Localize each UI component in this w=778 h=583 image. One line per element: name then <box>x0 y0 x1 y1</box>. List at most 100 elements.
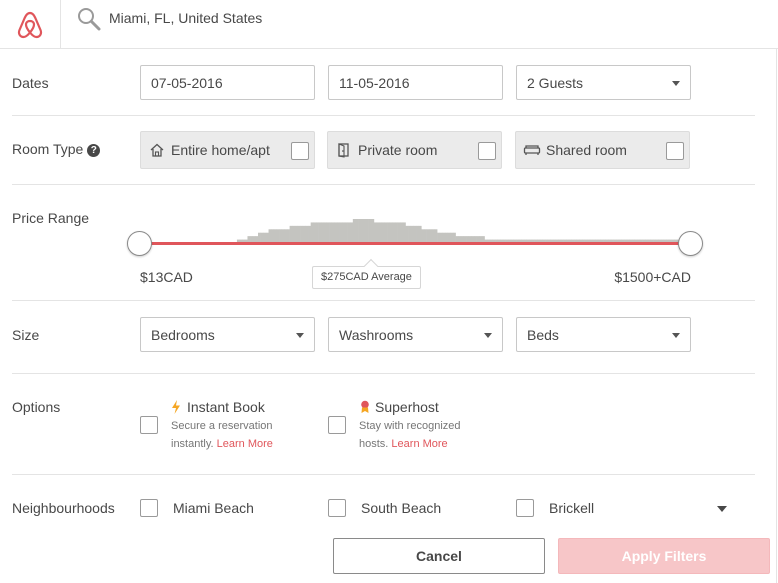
superhost-learn-more-link[interactable]: Learn More <box>391 438 447 450</box>
chevron-down-icon <box>672 81 680 86</box>
room-type-private-room[interactable]: Private room <box>327 131 502 169</box>
histogram-bar <box>318 222 322 243</box>
histogram-bar <box>297 225 301 243</box>
neighbourhood-label: Miami Beach <box>173 500 254 516</box>
room-type-shared-room[interactable]: Shared room <box>515 131 690 169</box>
top-bar: Miami, FL, United States <box>0 0 778 49</box>
washrooms-select[interactable]: Washrooms <box>328 317 503 352</box>
histogram-bar <box>279 229 282 243</box>
histogram-bar <box>302 225 306 243</box>
histogram-bar <box>281 229 285 243</box>
price-histogram <box>236 219 690 243</box>
room-type-option-label: Entire home/apt <box>171 142 270 158</box>
histogram-bar <box>347 222 351 243</box>
chevron-down-icon <box>484 333 492 338</box>
apply-filters-button[interactable]: Apply Filters <box>558 538 770 574</box>
histogram-bar <box>286 229 290 243</box>
divider <box>12 184 755 185</box>
price-max-handle[interactable] <box>678 231 703 256</box>
histogram-bar <box>323 222 327 243</box>
histogram-bar <box>284 229 288 243</box>
logo-cell[interactable] <box>0 0 61 49</box>
divider <box>12 373 755 374</box>
histogram-bar <box>387 222 390 243</box>
histogram-bar <box>276 229 280 243</box>
beds-select[interactable]: Beds <box>516 317 691 352</box>
superhost-description: Stay with recognized hosts. Learn More <box>359 417 489 453</box>
histogram-bar <box>326 222 330 243</box>
histogram-bar <box>344 222 348 243</box>
histogram-bar <box>426 229 430 243</box>
histogram-bar <box>268 229 272 243</box>
guests-select[interactable]: 2 Guests <box>516 65 691 100</box>
neighbourhood-label: Brickell <box>549 500 595 516</box>
checkin-date-input[interactable]: 07-05-2016 <box>140 65 315 100</box>
checkout-date-input[interactable]: 11-05-2016 <box>328 65 503 100</box>
superhost-badge-icon <box>361 400 369 413</box>
private-room-checkbox[interactable] <box>478 142 496 160</box>
instant-book-title: Instant Book <box>171 399 265 415</box>
histogram-bar <box>273 229 277 243</box>
instant-book-checkbox[interactable] <box>140 416 158 434</box>
histogram-bar <box>313 222 317 243</box>
histogram-bar <box>431 229 435 243</box>
divider <box>12 115 755 116</box>
price-max-value: $1500+CAD <box>614 269 691 285</box>
instant-book-learn-more-link[interactable]: Learn More <box>217 438 273 450</box>
histogram-bar <box>397 222 401 243</box>
superhost-title: Superhost <box>359 399 439 415</box>
histogram-bar <box>294 225 298 243</box>
histogram-bar <box>360 219 364 243</box>
bedrooms-select[interactable]: Bedrooms <box>140 317 315 352</box>
dates-label: Dates <box>12 75 49 91</box>
histogram-bar <box>368 219 372 243</box>
histogram-bar <box>271 229 275 243</box>
couch-icon <box>523 141 541 159</box>
histogram-bar <box>373 222 377 243</box>
superhost-checkbox[interactable] <box>328 416 346 434</box>
shared-room-checkbox[interactable] <box>666 142 684 160</box>
location-search-input[interactable]: Miami, FL, United States <box>109 10 262 26</box>
home-icon <box>148 141 166 159</box>
bedrooms-value: Bedrooms <box>151 326 215 343</box>
washrooms-value: Washrooms <box>339 326 414 343</box>
door-icon <box>335 141 353 159</box>
histogram-bar <box>381 222 385 243</box>
price-slider-track[interactable] <box>140 242 690 245</box>
airbnb-logo-icon <box>17 11 43 38</box>
room-type-entire-home[interactable]: Entire home/apt <box>140 131 315 169</box>
histogram-bar <box>352 219 356 243</box>
neighbourhood-checkbox-miami-beach[interactable] <box>140 499 158 517</box>
histogram-bar <box>371 219 375 243</box>
histogram-bar <box>321 222 325 243</box>
help-icon[interactable]: ? <box>87 144 101 157</box>
histogram-bar <box>392 222 396 243</box>
histogram-bar <box>408 225 412 243</box>
price-min-handle[interactable] <box>127 231 152 256</box>
chevron-down-icon <box>672 333 680 338</box>
divider <box>12 474 755 475</box>
search-icon[interactable] <box>76 6 102 32</box>
chevron-down-icon[interactable] <box>717 506 727 512</box>
room-type-option-label: Shared room <box>546 142 627 158</box>
neighbourhoods-label: Neighbourhoods <box>12 500 115 516</box>
histogram-bar <box>421 229 425 243</box>
histogram-bar <box>292 225 296 243</box>
neighbourhood-checkbox-brickell[interactable] <box>516 499 534 517</box>
histogram-bar <box>331 222 335 243</box>
size-label: Size <box>12 327 40 343</box>
cancel-button[interactable]: Cancel <box>333 538 545 574</box>
histogram-bar <box>350 222 354 243</box>
histogram-bar <box>300 225 304 243</box>
entire-home-checkbox[interactable] <box>291 142 309 160</box>
histogram-bar <box>334 222 338 243</box>
neighbourhood-checkbox-south-beach[interactable] <box>328 499 346 517</box>
histogram-bar <box>418 225 422 243</box>
histogram-bar <box>363 219 367 243</box>
guests-value: 2 Guests <box>527 74 584 91</box>
histogram-bar <box>429 229 433 243</box>
histogram-bar <box>366 219 369 243</box>
histogram-bar <box>410 225 414 243</box>
histogram-bar <box>339 222 343 243</box>
histogram-bar <box>329 222 333 243</box>
